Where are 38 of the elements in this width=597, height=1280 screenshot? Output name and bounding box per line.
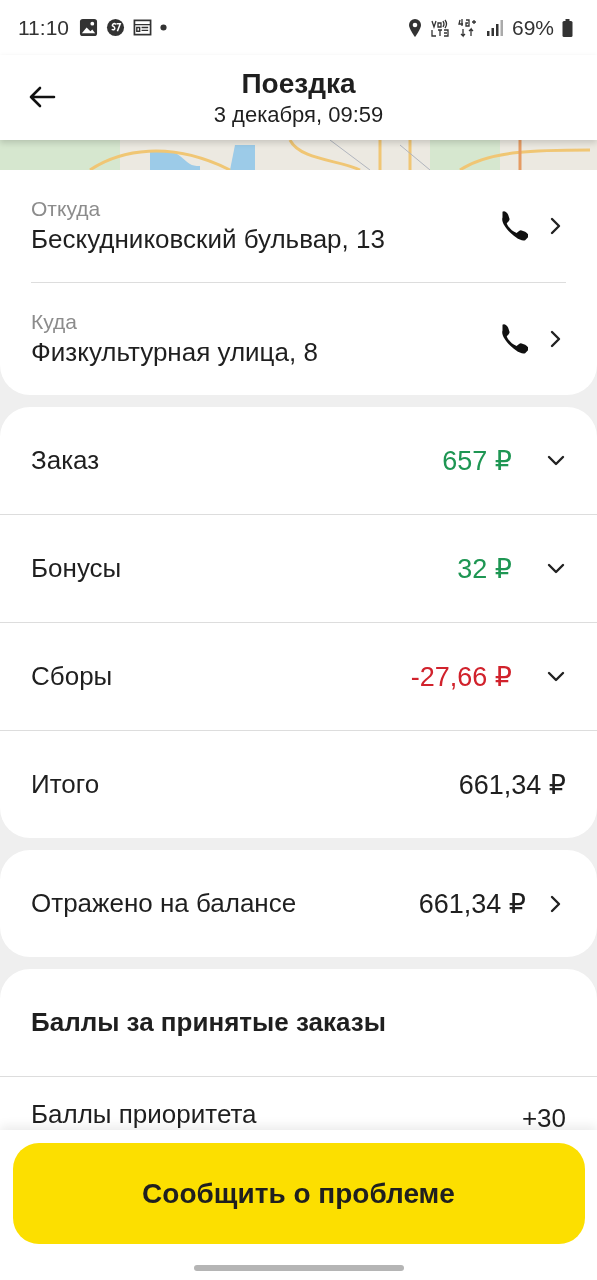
payment-row[interactable]: Бонусы 32 ₽ [0,514,597,622]
signal-icon [485,18,504,37]
balance-card[interactable]: Отражено на балансе 661,34 ₽ [0,850,597,957]
location-icon [407,17,422,38]
network-4g-icon [457,17,478,38]
battery-percentage: 69% [511,15,554,40]
clock-time: 11:10 [18,15,69,40]
points-value: +30 [521,1103,566,1134]
back-arrow-icon [28,85,56,109]
address-text: Физкультурная улица, 8 [31,336,319,369]
battery-icon [562,18,573,37]
address-row[interactable]: Куда Физкультурная улица, 8 [31,282,566,395]
row-label: Баллы приоритета [31,1099,258,1130]
calendar-icon [133,18,152,37]
page-subtitle: 3 декабря, 09:59 [213,100,384,129]
address-label: Куда [31,309,78,335]
address-text: Бескудниковский бульвар, 13 [31,223,386,256]
app-badge-icon [106,18,125,37]
section-title: Баллы за принятые заказы [30,1006,387,1039]
amount-value: 657 ₽ [442,444,512,477]
volte-icon [429,17,450,38]
payment-row[interactable]: Заказ 657 ₽ [0,407,597,514]
page-title: Поездка [241,66,356,101]
row-label: Бонусы [31,553,123,584]
report-problem-button[interactable]: Сообщить о проблеме [12,1143,585,1244]
row-label: Итого [31,769,101,800]
payment-row[interactable]: Сборы -27,66 ₽ [0,622,597,730]
amount-value: 661,34 ₽ [418,887,526,920]
row-label: Заказ [31,445,101,476]
amount-value: 661,34 ₽ [458,768,566,801]
address-label: Откуда [31,196,102,222]
row-label: Отражено на балансе [31,888,298,919]
address-row[interactable]: Откуда Бескудниковский бульвар, 13 [31,170,566,282]
image-icon [79,18,98,37]
dot-icon [160,24,167,31]
row-label: Сборы [31,661,114,692]
amount-value: 32 ₽ [457,552,512,585]
amount-value: -27,66 ₽ [410,660,512,693]
